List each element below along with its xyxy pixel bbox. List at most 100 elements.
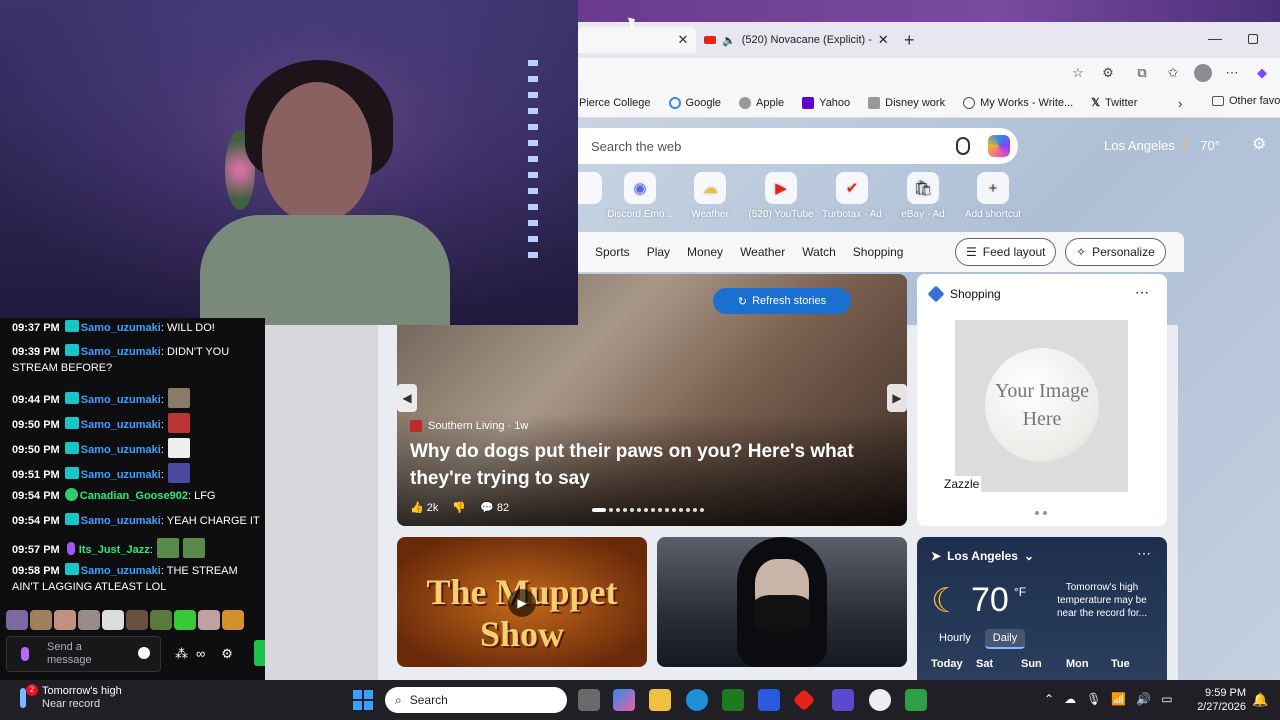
taskbar-weather[interactable]: 2 Tomorrow's high Near record (14, 684, 122, 711)
taskbar-search[interactable]: ⌕ Search (385, 687, 567, 713)
microphone-icon[interactable] (21, 647, 29, 661)
bookmark-disney-work[interactable]: Disney work (868, 96, 945, 109)
close-tab-icon[interactable]: ✕ (878, 32, 889, 48)
emote-icon[interactable] (102, 610, 124, 630)
weather-alert[interactable]: Tomorrow's high temperature may be near … (1047, 581, 1157, 620)
emote-icon[interactable] (54, 610, 76, 630)
favorites-icon[interactable]: ✩ (1165, 65, 1181, 81)
file-explorer-icon[interactable] (649, 689, 671, 711)
weather-widget[interactable]: Los Angeles ☾ 70° (1104, 136, 1220, 154)
copilot-icon[interactable]: ◆ (1254, 65, 1270, 81)
chevron-up-icon[interactable]: ⌃ (1044, 692, 1054, 706)
notification-icon[interactable]: 🔔 (1252, 692, 1268, 708)
more-menu-icon[interactable]: ⋯ (1224, 65, 1240, 81)
chat-send-button[interactable] (254, 640, 265, 666)
emoji-icon[interactable] (138, 647, 150, 659)
story-headline[interactable]: Why do dogs put their paws on you? Here'… (410, 438, 880, 492)
tab-youtube[interactable]: 🔈 (520) Novacane (Explicit) - You ✕ (700, 27, 900, 53)
bookmark-apple[interactable]: Apple (739, 96, 784, 109)
muppet-show-card[interactable]: The Muppet Show ▶ (397, 537, 647, 667)
feed-tab-play[interactable]: Play (647, 245, 670, 259)
chat-username[interactable]: Canadian_Goose902 (80, 490, 188, 502)
weather-location[interactable]: ➤ Los Angeles ⌄ (931, 549, 1034, 563)
profile-avatar[interactable] (1194, 64, 1212, 82)
cloud-icon[interactable]: ☁ (1064, 692, 1076, 706)
tab-daily[interactable]: Daily (984, 629, 1026, 649)
split-screen-icon[interactable]: ⧉ (1134, 65, 1150, 81)
weather-card[interactable]: ➤ Los Angeles ⌄ ⋯ ☾ 70 °F Tomorrow's hig… (917, 537, 1167, 680)
comments-button[interactable]: 💬 82 (480, 501, 509, 514)
microphone-icon[interactable]: 🎙 (1086, 692, 1101, 706)
ninja-card[interactable] (657, 537, 907, 667)
chevron-right-icon[interactable]: › (1178, 96, 1182, 111)
shortcut-ebay[interactable]: 🛍 eBay · Ad (885, 172, 961, 220)
emote-icon[interactable] (126, 610, 148, 630)
maximize-icon[interactable] (1248, 34, 1258, 44)
xbox-icon[interactable] (722, 689, 744, 711)
refresh-stories-button[interactable]: ↻ Refresh stories (713, 288, 851, 314)
microphone-icon[interactable] (956, 137, 970, 155)
bookmark-google[interactable]: Google (668, 96, 721, 109)
add-shortcut[interactable]: + Add shortcut (955, 172, 1031, 220)
edge-icon[interactable] (686, 689, 708, 711)
emote-icon[interactable] (30, 610, 52, 630)
speaker-icon[interactable]: 🔈 (722, 34, 736, 47)
app-icon[interactable] (792, 688, 816, 712)
clock[interactable]: 9:59 PM 2/27/2026 (1196, 686, 1246, 714)
play-icon[interactable]: ▶ (508, 589, 536, 617)
wifi-icon[interactable]: 📶 (1111, 692, 1126, 706)
infinity-icon[interactable]: ∞ (196, 646, 205, 662)
more-options-icon[interactable]: ⋯ (1137, 545, 1151, 562)
bookmark-pierce-college[interactable]: Pierce College (579, 97, 651, 109)
bookmark-twitter[interactable]: 𝕏 Twitter (1091, 96, 1137, 110)
emote-icon[interactable] (78, 610, 100, 630)
chat-input[interactable]: Send a message (6, 636, 161, 672)
volume-icon[interactable]: 🔊 (1136, 692, 1151, 706)
chat-username[interactable]: Samo_uzumaki (81, 394, 161, 406)
chat-username[interactable]: Samo_uzumaki (81, 346, 161, 358)
bookmark-my-works[interactable]: My Works - Write... (963, 96, 1073, 109)
feed-tab-weather[interactable]: Weather (740, 245, 785, 259)
chat-username[interactable]: Samo_uzumaki (81, 322, 161, 334)
more-options-icon[interactable]: ⋯ (1135, 284, 1149, 301)
app-icon[interactable] (832, 689, 854, 711)
product-image[interactable]: Your Image Here (955, 320, 1128, 492)
emote-icon[interactable] (150, 610, 172, 630)
chat-username[interactable]: Samo_uzumaki (81, 515, 161, 527)
windows-start-icon[interactable] (353, 690, 373, 710)
like-button[interactable]: 👍 2k (410, 501, 438, 514)
feed-tab-shopping[interactable]: Shopping (853, 245, 904, 259)
dislike-icon[interactable]: 👎 (452, 501, 466, 514)
emote-icon[interactable] (6, 610, 28, 630)
emote-icon[interactable] (222, 610, 244, 630)
feed-tab-money[interactable]: Money (687, 245, 723, 259)
next-story-arrow[interactable]: ▶ (887, 384, 907, 412)
copilot-icon[interactable] (613, 689, 635, 711)
gear-icon[interactable]: ⚙ (1252, 134, 1266, 154)
chat-username[interactable]: Samo_uzumaki (81, 469, 161, 481)
other-favorites[interactable]: Other favor (1212, 95, 1280, 107)
chat-username[interactable]: Samo_uzumaki (81, 565, 161, 577)
shortcut-youtube[interactable]: ▶ (520) YouTube (743, 172, 819, 220)
prev-story-arrow[interactable]: ◀ (397, 384, 417, 412)
feed-tab-sports[interactable]: Sports (595, 245, 630, 259)
app-icon[interactable] (869, 689, 891, 711)
copilot-icon[interactable] (988, 135, 1010, 157)
star-icon[interactable]: ☆ (1070, 65, 1086, 81)
shortcut-turbotax[interactable]: ✔ Turbotax · Ad (814, 172, 890, 220)
personalize-button[interactable]: ✧ Personalize (1065, 238, 1166, 266)
minimize-icon[interactable]: — (1208, 30, 1222, 46)
store-icon[interactable] (758, 689, 780, 711)
web-search-box[interactable]: Search the web (578, 128, 1018, 164)
new-tab-button[interactable]: + (904, 30, 915, 51)
tab-hourly[interactable]: Hourly (931, 629, 979, 649)
tab-new-tab[interactable]: ✕ (578, 27, 696, 53)
chat-username[interactable]: Samo_uzumaki (81, 444, 161, 456)
extensions-icon[interactable]: ⚙ (1100, 65, 1116, 81)
bits-icon[interactable]: ⁂ (175, 646, 188, 662)
gear-icon[interactable]: ⚙ (221, 646, 233, 662)
feed-layout-button[interactable]: ☰ Feed layout (955, 238, 1057, 266)
feed-tab-watch[interactable]: Watch (802, 245, 836, 259)
close-tab-icon[interactable]: ✕ (676, 33, 690, 47)
shortcut-weather[interactable]: ☁ Weather (672, 172, 748, 220)
